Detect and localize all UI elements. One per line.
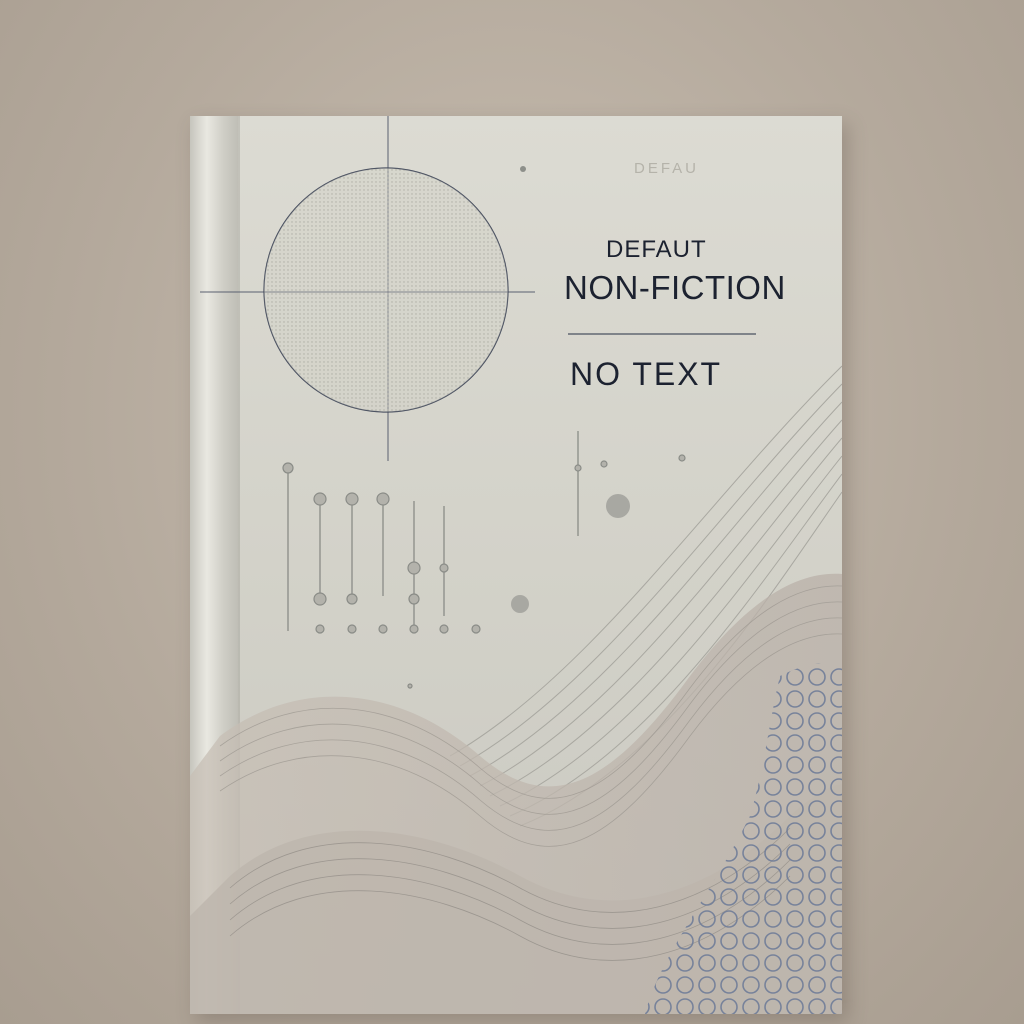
small-dot [520, 166, 526, 172]
accent-dot-medium [511, 595, 529, 613]
ghost-text: DEFAU [634, 160, 700, 177]
cover-subtitle: NO TEXT [570, 356, 723, 392]
book-cover: DEFAU DEFAUT NON-FICTION NO TEXT [190, 116, 842, 1014]
accent-dot-large [606, 494, 630, 518]
cover-artwork [190, 116, 842, 1014]
cover-small-title: DEFAUT [606, 236, 707, 263]
slider-lines [287, 431, 579, 631]
slider-knobs [282, 454, 686, 689]
cover-main-title: NON-FICTION [564, 269, 786, 306]
